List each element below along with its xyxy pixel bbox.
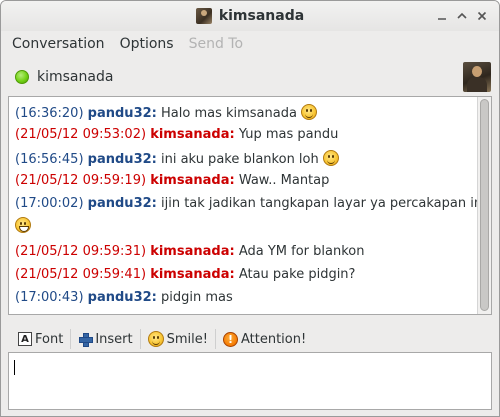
message-row: (17:00:43) pandu32: pidgin mas [15, 287, 477, 310]
message-continuation [15, 217, 477, 235]
message-timestamp: (16:56:45) [15, 152, 84, 167]
buddy-icon-head [472, 66, 482, 77]
font-icon: A [18, 332, 32, 346]
smile-label: Smile! [166, 331, 208, 347]
insert-button[interactable]: Insert [74, 327, 136, 351]
font-label: Font [35, 331, 64, 347]
menu-bar: Conversation Options Send To [1, 31, 499, 56]
window-title: kimsanada [218, 8, 305, 24]
maximize-button[interactable] [453, 8, 471, 24]
format-toolbar: A Font Insert Smile! ! Attention! [8, 325, 492, 353]
message-row: (21/05/12 09:53:02) kimsanada: Yup mas p… [15, 124, 477, 147]
message-sender[interactable]: kimsanada: [150, 267, 234, 282]
smile-icon [147, 331, 164, 347]
message-timestamp: (21/05/12 09:59:41) [15, 267, 147, 282]
close-button[interactable] [473, 8, 491, 24]
conversation-window: kimsanada Conversation Options Send To k… [0, 0, 500, 417]
attention-label: Attention! [240, 331, 307, 347]
message-timestamp: (17:00:43) [15, 290, 84, 305]
message-sender[interactable]: pandu32: [88, 152, 157, 167]
buddy-icon[interactable] [463, 62, 491, 92]
message-timestamp: (17:00:02) [15, 196, 84, 211]
message-text: Ada YM for blankon [238, 244, 365, 259]
buddy-icon-body [467, 77, 487, 92]
scrollbar-thumb[interactable] [480, 99, 489, 311]
message-list: (16:36:20) pandu32: Halo mas kimsanada (2… [15, 101, 486, 310]
history-scrollbar[interactable] [477, 97, 491, 314]
text-caret [14, 360, 15, 375]
message-sender[interactable]: kimsanada: [150, 127, 234, 142]
message-timestamp: (21/05/12 09:53:02) [15, 127, 147, 142]
smile-icon [322, 150, 339, 166]
message-row: (21/05/12 09:59:19) kimsanada: Waw.. Man… [15, 170, 477, 193]
attention-button[interactable]: ! Attention! [219, 327, 310, 351]
grin-icon [15, 217, 31, 233]
message-text: Yup mas pandu [238, 127, 339, 142]
buddy-header: kimsanada [1, 59, 499, 95]
menu-options[interactable]: Options [120, 36, 174, 52]
message-timestamp: (21/05/12 09:59:19) [15, 173, 147, 188]
message-row: (16:36:20) pandu32: Halo mas kimsanada [15, 101, 477, 124]
smile-button[interactable]: Smile! [144, 327, 212, 351]
toolbar-separator [70, 329, 72, 349]
message-sender[interactable]: pandu32: [88, 196, 157, 211]
window-controls [433, 8, 491, 24]
conversation-history[interactable]: (16:36:20) pandu32: Halo mas kimsanada (2… [8, 96, 492, 315]
message-row: (16:56:45) pandu32: ini aku pake blankon… [15, 147, 477, 170]
buddy-name[interactable]: kimsanada [37, 69, 113, 85]
attention-icon: ! [222, 331, 238, 347]
message-text: Atau pake pidgin? [238, 267, 356, 282]
message-text: Halo mas kimsanada [161, 106, 297, 121]
menu-conversation[interactable]: Conversation [12, 36, 105, 52]
message-sender[interactable]: pandu32: [88, 106, 157, 121]
minimize-button[interactable] [433, 8, 451, 24]
title-bar[interactable]: kimsanada [1, 1, 499, 31]
message-text: ini aku pake blankon loh [161, 152, 319, 167]
message-text: pidgin mas [161, 290, 233, 305]
message-row: (21/05/12 09:59:41) kimsanada: Atau pake… [15, 264, 477, 287]
buddy-avatar-icon [195, 8, 212, 24]
message-timestamp: (16:36:20) [15, 106, 84, 121]
toolbar-separator [214, 329, 216, 349]
message-text: ijin tak jadikan tangkapan layar ya perc… [161, 196, 486, 211]
menu-send-to: Send To [188, 35, 244, 52]
message-row: (21/05/12 09:59:31) kimsanada: Ada YM fo… [15, 241, 477, 264]
smile-icon [300, 104, 317, 120]
insert-icon [78, 332, 94, 347]
message-sender[interactable]: kimsanada: [150, 173, 234, 188]
message-timestamp: (21/05/12 09:59:31) [15, 244, 147, 259]
message-row: (17:00:02) pandu32: ijin tak jadikan tan… [15, 193, 486, 241]
title-wrap: kimsanada [195, 8, 305, 24]
message-sender[interactable]: pandu32: [88, 290, 157, 305]
message-input[interactable] [8, 352, 492, 410]
message-text: Waw.. Mantap [238, 173, 330, 188]
insert-label: Insert [95, 331, 133, 347]
message-sender[interactable]: kimsanada: [150, 244, 234, 259]
status-available-icon [15, 70, 29, 84]
toolbar-separator [139, 329, 141, 349]
font-button[interactable]: A Font [14, 327, 67, 351]
